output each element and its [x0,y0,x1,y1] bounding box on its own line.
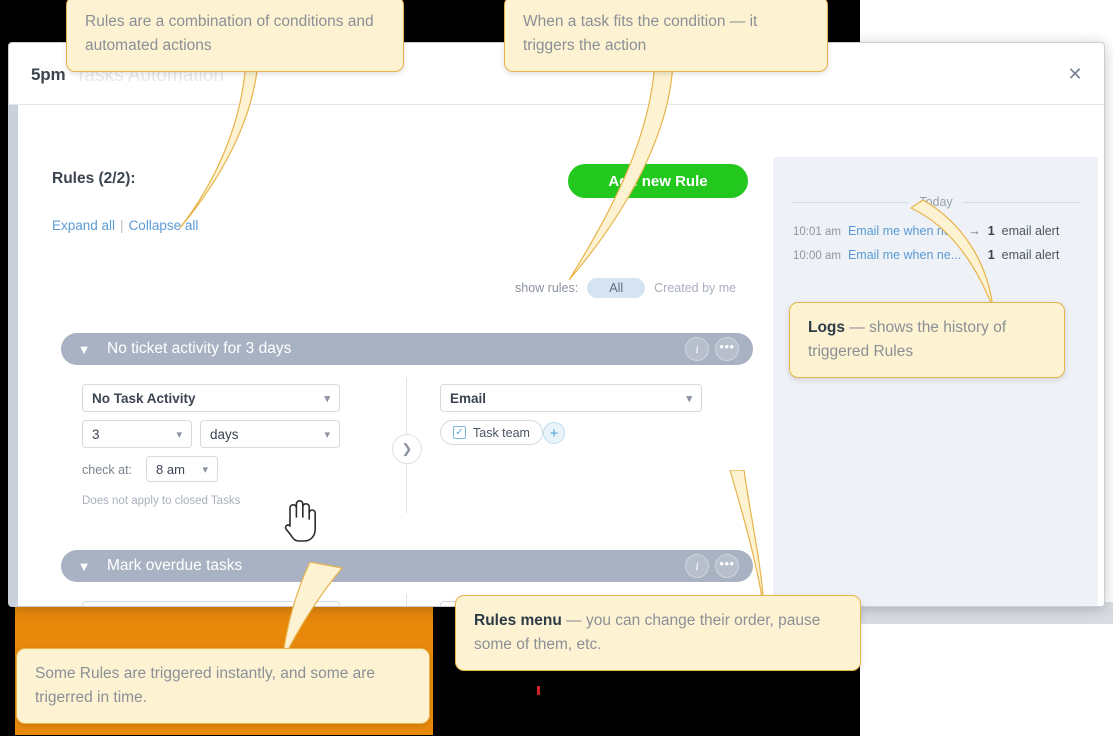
rule1-check-at-select[interactable]: 8 am ▾ [146,456,218,482]
chevron-down-icon: ▾ [324,392,330,405]
chevron-down-icon[interactable]: ▼ [61,559,107,574]
callout-tail-logs [875,200,1010,315]
log-time: 10:01 am [793,226,841,238]
chevron-down-icon: ▾ [686,392,692,405]
background-red-marker [537,686,540,695]
rule1-recipient-chip[interactable]: ✓ Task team [440,420,543,445]
log-unit: email alert [1001,224,1060,238]
callout-logs: Logs — shows the history of triggered Ru… [789,302,1065,379]
callout-tail-rules-definition [150,60,280,235]
close-icon[interactable]: ✕ [1060,59,1090,89]
rule-header-mark-overdue-tasks[interactable]: ▼ Mark overdue tasks i ••• [61,550,753,582]
screen-root: 5pm Tasks Automation ✕ Rules (2/2): Expa… [0,0,1113,736]
rule1-check-at-label: check at: [82,463,133,477]
rule-header-actions: i ••• [685,337,753,361]
rule1-amount-value: 3 [92,426,100,442]
chevron-down-icon: ▾ [202,463,208,476]
log-unit: email alert [1001,248,1060,262]
rule-name: Mark overdue tasks [107,557,243,574]
rule1-unit-value: days [210,426,239,442]
chevron-down-icon: ▾ [176,428,182,441]
rule-menu-icon[interactable]: ••• [715,337,739,361]
rule1-amount-select[interactable]: 3 ▾ [82,420,192,448]
rule2-divider [406,594,407,606]
info-icon[interactable]: i [685,337,709,361]
rule-header-no-ticket-activity[interactable]: ▼ No ticket activity for 3 days i ••• [61,333,753,365]
callout-rules-definition: Rules are a combination of conditions an… [66,0,404,73]
rule1-action-select[interactable]: Email ▾ [440,384,702,412]
rule1-trigger-value: No Task Activity [92,390,196,406]
rule1-recipient-label: Task team [473,425,530,440]
callout-trigger-explanation: When a task fits the condition — it trig… [504,0,828,73]
background-bottom-left-dark [0,602,16,736]
rule1-connector-chevron-right-icon[interactable]: ❯ [392,434,422,464]
callout-timing: Some Rules are triggered instantly, and … [16,648,430,725]
log-time: 10:00 am [793,250,841,262]
rule1-unit-select[interactable]: days ▾ [200,420,340,448]
checkbox-check-icon: ✓ [453,426,466,439]
rule1-trigger-select[interactable]: No Task Activity ▾ [82,384,340,412]
expand-all-link[interactable]: Expand all [52,218,115,233]
rule1-add-recipient-plus-icon[interactable]: + [543,422,565,444]
rules-heading: Rules (2/2): [52,170,136,187]
callout-menu-title: Rules menu [474,612,562,629]
rule-name: No ticket activity for 3 days [107,340,292,357]
rule1-check-at-value: 8 am [156,461,185,477]
callout-rules-menu: Rules menu — you can change their order,… [455,595,861,672]
callout-tail-trigger-explanation [555,60,715,285]
link-separator: | [120,218,124,233]
chevron-down-icon[interactable]: ▼ [61,342,107,357]
chevron-down-icon: ▾ [324,428,330,441]
callout-tail-rules-menu [700,470,810,615]
rule1-action-value: Email [450,390,487,406]
header-time-label: 5pm [31,65,66,84]
rule1-note: Does not apply to closed Tasks [82,495,241,507]
callout-logs-title: Logs [808,319,846,336]
modal-left-accent-strip [9,43,18,606]
